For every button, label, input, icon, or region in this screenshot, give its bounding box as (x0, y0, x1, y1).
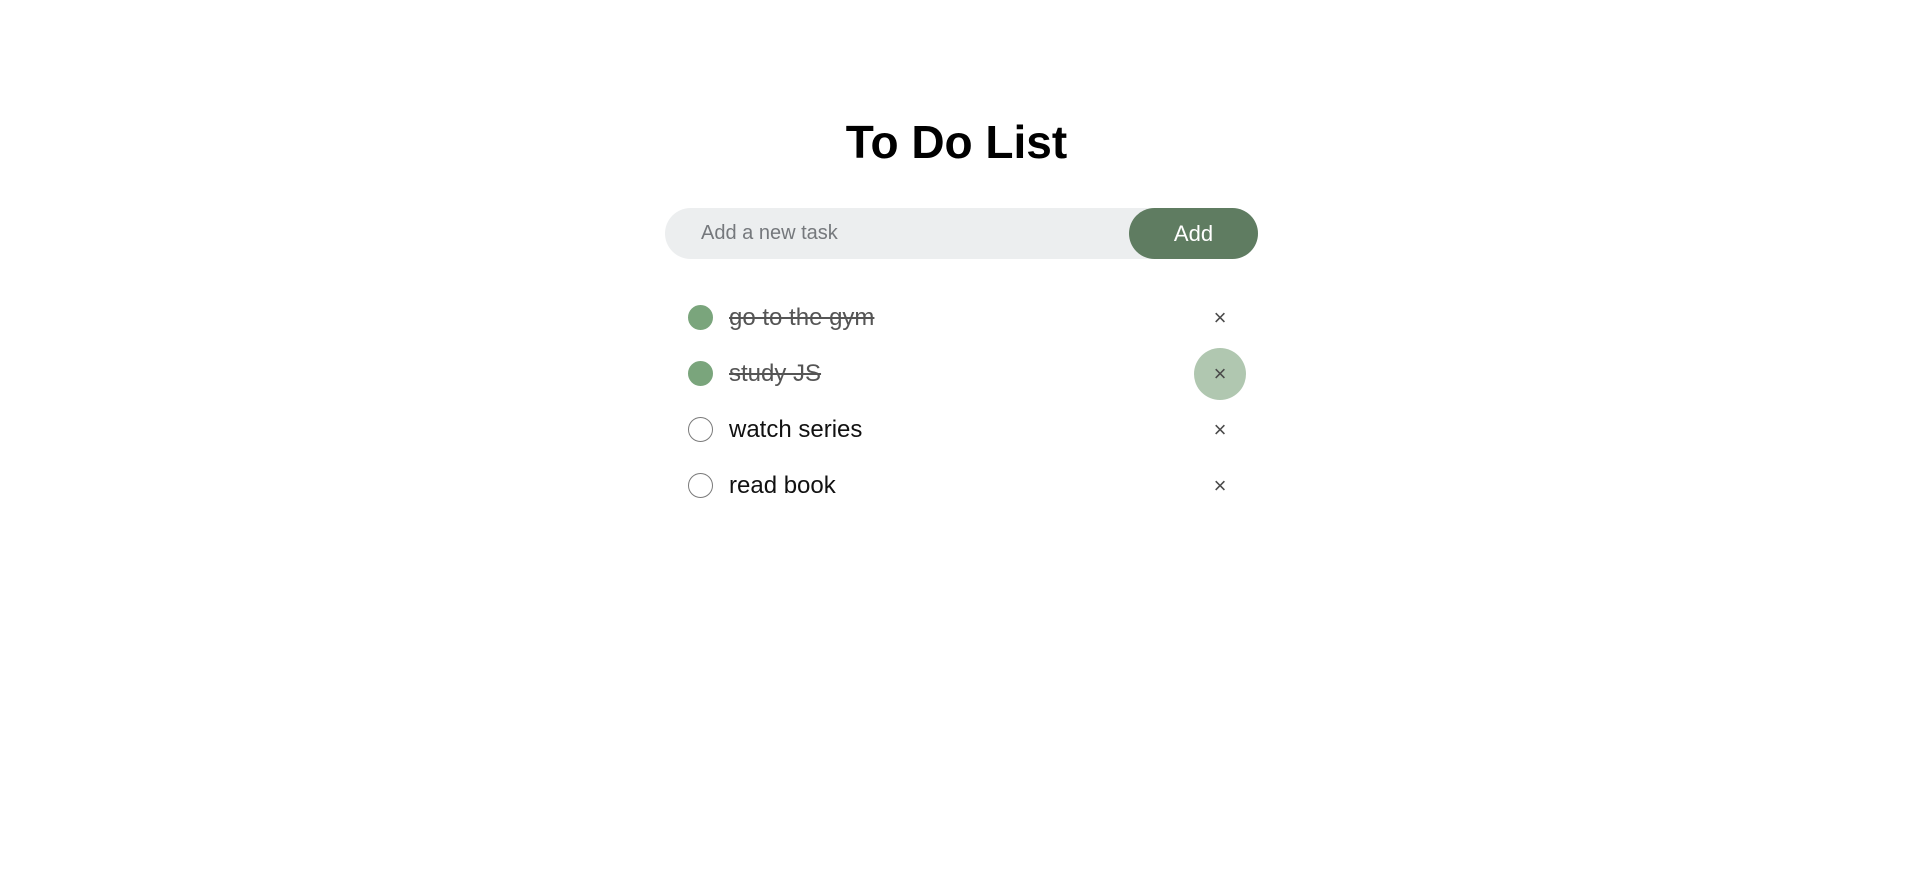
close-icon[interactable]: × (1194, 348, 1246, 400)
task-item[interactable]: read book × (665, 458, 1258, 514)
unchecked-circle-icon[interactable] (688, 473, 713, 498)
new-task-input[interactable] (701, 208, 1111, 259)
add-task-row: Add (665, 208, 1258, 259)
checked-circle-icon[interactable] (688, 361, 713, 386)
close-icon[interactable]: × (1194, 460, 1246, 512)
task-text: read book (729, 472, 836, 499)
add-button[interactable]: Add (1129, 208, 1258, 259)
task-item[interactable]: watch series × (665, 402, 1258, 458)
page-title: To Do List (845, 116, 1068, 168)
close-icon[interactable]: × (1194, 292, 1246, 344)
task-item[interactable]: go to the gym × (665, 290, 1258, 346)
task-text: watch series (729, 416, 863, 443)
task-list: go to the gym × study JS × watch series … (665, 290, 1258, 514)
checked-circle-icon[interactable] (688, 305, 713, 330)
close-icon[interactable]: × (1194, 404, 1246, 456)
task-text: study JS (729, 360, 822, 387)
task-text: go to the gym (729, 304, 875, 331)
task-item[interactable]: study JS × (665, 346, 1258, 402)
unchecked-circle-icon[interactable] (688, 417, 713, 442)
todo-app: To Do List Add go to the gym × study JS … (0, 0, 1913, 882)
